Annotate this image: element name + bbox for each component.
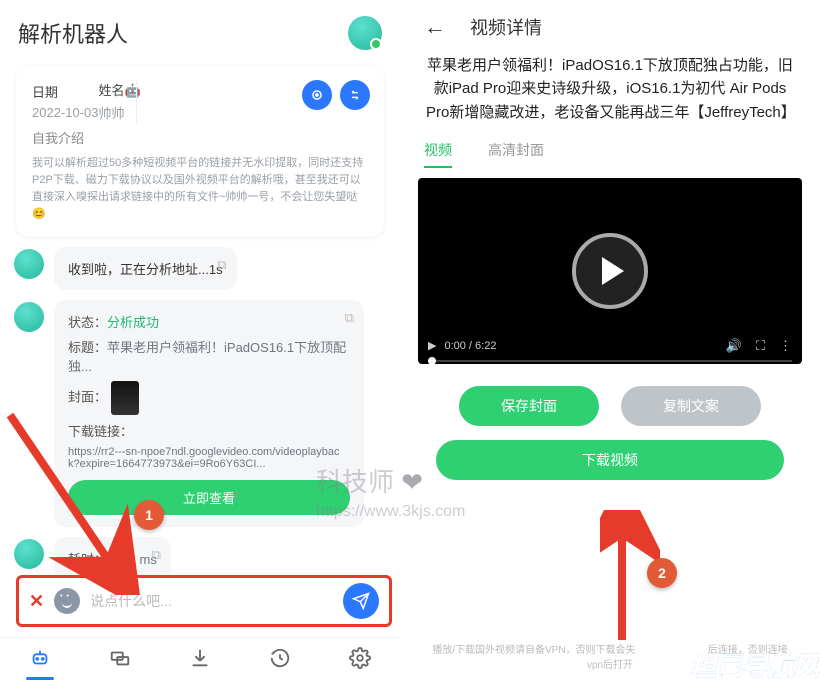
tab-hd-cover[interactable]: 高清封面 [488,140,544,166]
save-cover-button[interactable]: 保存封面 [459,386,599,426]
message-bubble: ⧉ 状态：分析成功 标题：苹果老用户领福利！iPadOS16.1下放顶配独...… [54,300,364,527]
play-icon[interactable] [572,233,648,309]
date-label: 日期 [32,82,99,101]
back-arrow-icon[interactable]: ← [424,14,446,40]
copy-icon[interactable]: ⧉ [152,547,161,563]
message-bubble: ⧉ 收到啦，正在分析地址...1s [54,247,237,290]
bot-avatar [14,249,44,279]
swap-button[interactable] [340,80,370,110]
bot-avatar [14,539,44,569]
tabs: 视频 高清封面 [418,140,802,178]
play-small-icon[interactable]: ▶ [428,339,436,352]
video-player[interactable]: ▶ 0:00 / 6:22 🔊 ⛶ ⋮ [418,178,802,364]
video-time: 0:00 / 6:22 [444,340,496,352]
intro-card: 日期 2022-10-03 姓名🤖 帅帅 自我介绍 我可以解析超过50多种短视频… [16,66,384,237]
step-badge-1: 1 [134,500,164,530]
name-value: 帅帅 [99,103,141,122]
bot-avatar-header[interactable] [348,16,382,50]
nav-settings-icon[interactable] [349,647,371,674]
send-button[interactable] [343,583,379,619]
more-icon[interactable]: ⋮ [779,338,792,354]
detail-title: 视频详情 [470,14,542,40]
emoji-icon[interactable] [54,588,80,614]
input-bar: ✕ 说点什么吧... [16,575,392,627]
video-controls: ▶ 0:00 / 6:22 🔊 ⛶ ⋮ [418,338,802,358]
message-2: ⧉ 状态：分析成功 标题：苹果老用户领福利！iPadOS16.1下放顶配独...… [14,300,386,527]
nav-bot-icon[interactable] [29,647,51,674]
message-input[interactable]: 说点什么吧... [90,591,343,611]
download-link-text: https://rr2---sn-npoe7ndl.googlevideo.co… [68,446,350,470]
left-header: 解析机器人 [0,0,400,60]
message-3: ⧉ 耗时：1368 ms [14,537,386,580]
bottom-nav [0,637,400,683]
download-video-button[interactable]: 下载视频 [436,440,784,480]
video-description: 苹果老用户领福利！iPadOS16.1下放顶配独占功能，旧款iPad Pro迎来… [418,50,802,140]
fullscreen-icon[interactable]: ⛶ [756,338,765,354]
nav-folder-icon[interactable] [109,647,131,674]
nav-history-icon[interactable] [269,647,291,674]
self-intro-label: 自我介绍 [32,128,368,147]
view-now-button[interactable]: 立即查看 [68,480,350,515]
tab-video[interactable]: 视频 [424,140,452,166]
intro-description: 我可以解析超过50多种短视频平台的链接并无水印提取，同时还支持P2P下载、磁力下… [32,155,368,223]
volume-icon[interactable]: 🔊 [726,338,742,354]
date-value: 2022-10-03 [32,105,99,120]
bot-avatar [14,302,44,332]
copy-icon[interactable]: ⧉ [217,257,226,273]
nav-download-icon[interactable] [189,647,211,674]
close-icon[interactable]: ✕ [29,591,44,612]
message-1: ⧉ 收到啦，正在分析地址...1s [14,247,386,290]
left-panel: 解析机器人 日期 2022-10-03 姓名🤖 帅帅 [0,0,400,683]
app-title: 解析机器人 [18,17,128,49]
right-panel: ← 视频详情 苹果老用户领福利！iPadOS16.1下放顶配独占功能，旧款iPa… [400,0,820,683]
copy-icon[interactable]: ⧉ [345,310,354,326]
message-bubble: ⧉ 耗时：1368 ms [54,537,171,580]
video-progress[interactable] [428,360,792,362]
cover-thumbnail[interactable] [111,381,139,415]
corner-brand: 坦己导航网 [690,646,820,683]
refresh-button[interactable] [302,80,332,110]
name-label: 姓名🤖 [99,80,141,99]
step-badge-2: 2 [647,558,677,588]
copy-text-button[interactable]: 复制文案 [621,386,761,426]
right-header: ← 视频详情 [418,0,802,50]
